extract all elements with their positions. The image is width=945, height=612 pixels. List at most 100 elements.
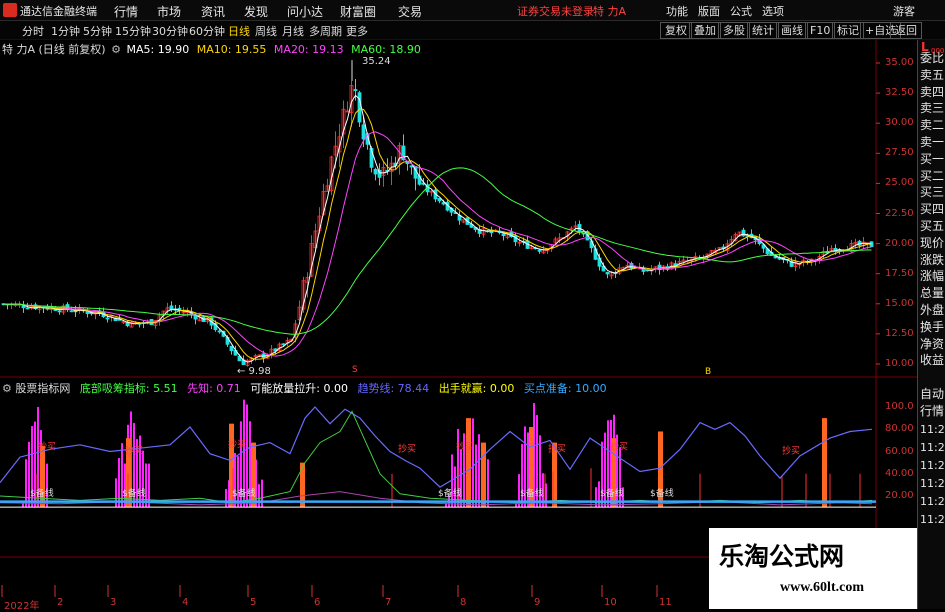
indicator-field: 趋势线: 78.44 <box>357 382 430 395</box>
menu-news[interactable]: 资讯 <box>201 3 225 20</box>
sidebar-item[interactable]: 卖一 <box>920 133 944 150</box>
indicator-name[interactable]: 股票指标网 <box>15 382 70 395</box>
candle-body <box>741 229 746 237</box>
indicator-bar <box>475 444 477 508</box>
date-tick: 2022年 <box>4 601 40 612</box>
period-1min[interactable]: 1分钟 <box>51 23 80 39</box>
period-weekly[interactable]: 周线 <box>255 23 277 39</box>
prepare-tag: $备线 <box>438 487 462 499</box>
sidebar-item[interactable]: 自动 <box>920 385 944 402</box>
chart-title: 特 力A (日线 前复权) <box>2 43 106 56</box>
candle-body <box>605 271 610 275</box>
buy-tag: 抄买 <box>782 445 800 457</box>
sidebar-item[interactable]: 总量 <box>920 284 944 301</box>
buy-tag: 抄买 <box>228 438 246 450</box>
sidebar-item[interactable]: 净资 <box>920 335 944 352</box>
indicator-tick: 20.00 <box>885 490 914 501</box>
date-tick: 6 <box>314 597 321 608</box>
date-tick: 4 <box>182 597 189 608</box>
low-price-label: ← 9.98 <box>237 366 271 377</box>
sidebar-item[interactable]: 买三 <box>920 183 944 200</box>
menu-function[interactable]: 功能 <box>666 3 688 19</box>
menu-formula[interactable]: 公式 <box>730 3 752 19</box>
guest-label[interactable]: 游客 <box>893 3 915 19</box>
high-price-label: 35.24 <box>362 56 391 67</box>
signal-marker-s: S <box>352 365 358 375</box>
sidebar-item[interactable]: 买二 <box>920 167 944 184</box>
buy-tag: 抄买 <box>398 443 416 455</box>
sidebar-item[interactable]: 卖五 <box>920 66 944 83</box>
statistics-button[interactable]: 统计 <box>747 22 779 39</box>
sidebar-item[interactable]: 换手 <box>920 318 944 335</box>
menu-layout[interactable]: 版面 <box>698 3 720 19</box>
multi-stock-button[interactable]: 多股 <box>718 22 750 39</box>
sidebar-item[interactable]: 买四 <box>920 200 944 217</box>
overlay-button[interactable]: 叠加 <box>689 22 721 39</box>
price-tick: 35.00 <box>885 57 914 68</box>
period-60min[interactable]: 60分钟 <box>189 23 225 39</box>
sidebar-item[interactable]: 收益 <box>920 351 944 368</box>
moving-average-line <box>3 167 872 335</box>
period-daily[interactable]: 日线 <box>228 23 250 39</box>
prepare-tag: $备线 <box>600 487 624 499</box>
indicator-field: 买点准备: 10.00 <box>523 382 607 395</box>
price-tick: 22.50 <box>885 207 914 219</box>
price-tick: 27.50 <box>885 147 914 159</box>
tick-time: 11:2 <box>920 477 945 490</box>
date-tick: 3 <box>110 597 117 608</box>
prepare-tag: $备线 <box>650 487 674 499</box>
period-multi[interactable]: 多周期 <box>309 23 342 39</box>
price-tick: 15.00 <box>885 297 914 309</box>
menu-discover[interactable]: 发现 <box>244 3 268 20</box>
period-timeshare[interactable]: 分时 <box>22 23 44 39</box>
app-title: 通达信金融终端 <box>20 5 97 18</box>
sidebar-item[interactable]: 涨跌 <box>920 251 944 268</box>
candle-body <box>357 92 362 123</box>
indicator-bar <box>472 418 474 508</box>
indicator-legend: ⚙ 股票指标网 底部吸筹指标: 5.51 先知: 0.71 可能放量拉升: 0.… <box>2 380 607 396</box>
sidebar-item[interactable]: 卖三 <box>920 99 944 116</box>
date-tick: 8 <box>460 597 467 608</box>
menu-market[interactable]: 市场 <box>157 3 181 20</box>
menu-trade[interactable]: 交易 <box>398 3 422 20</box>
indicator-settings-icon[interactable]: ⚙ <box>2 382 12 395</box>
tick-time: 11:2 <box>920 459 945 472</box>
sidebar-item[interactable]: 涨幅 <box>920 267 944 284</box>
period-monthly[interactable]: 月线 <box>282 23 304 39</box>
sidebar-item[interactable]: 卖二 <box>920 116 944 133</box>
tick-time: 11:2 <box>920 441 945 454</box>
app-logo-icon <box>3 3 17 17</box>
menu-ask[interactable]: 问小达 <box>287 3 323 20</box>
sidebar-item[interactable]: 买五 <box>920 217 944 234</box>
menu-wealth[interactable]: 财富圈 <box>340 3 376 20</box>
sidebar-item[interactable]: 委比 <box>920 49 944 66</box>
draw-line-button[interactable]: 画线 <box>776 22 808 39</box>
period-15min[interactable]: 15分钟 <box>115 23 151 39</box>
period-more[interactable]: 更多 <box>346 23 368 39</box>
menu-quotes[interactable]: 行情 <box>114 3 138 20</box>
sidebar-item[interactable]: 外盘 <box>920 301 944 318</box>
back-button[interactable]: 返回 <box>890 22 922 39</box>
f10-button[interactable]: F10 <box>805 22 836 39</box>
menu-options[interactable]: 选项 <box>762 3 784 19</box>
candle-body <box>281 343 286 346</box>
sidebar-item[interactable]: 买一 <box>920 150 944 167</box>
sidebar-item[interactable]: 现价 <box>920 234 944 251</box>
candle-body <box>69 310 74 313</box>
ma5-label: MA5: 19.90 <box>126 43 190 56</box>
period-5min[interactable]: 5分钟 <box>83 23 112 39</box>
kline-chart[interactable]: 35.24← 9.98 S B $备线 $备线 $备线 $备线 $备线 $备线 $备线抄买 抄买抄… <box>0 40 917 597</box>
settings-icon[interactable]: ⚙ <box>111 43 121 56</box>
sidebar-item[interactable]: 行情 <box>920 402 944 419</box>
date-tick: 5 <box>250 597 257 608</box>
buy-tag: 抄买 <box>125 445 143 457</box>
sidebar-item[interactable]: 卖四 <box>920 83 944 100</box>
ma10-label: MA10: 19.55 <box>196 43 267 56</box>
period-30min[interactable]: 30分钟 <box>152 23 188 39</box>
indicator-bar <box>595 487 597 508</box>
login-status[interactable]: 证券交易未登录 <box>517 3 594 19</box>
indicator-bar <box>118 457 120 508</box>
indicator-bar-orange <box>466 418 471 508</box>
watermark-title: 乐淘公式网 <box>719 542 845 571</box>
adjust-button[interactable]: 复权 <box>660 22 692 39</box>
